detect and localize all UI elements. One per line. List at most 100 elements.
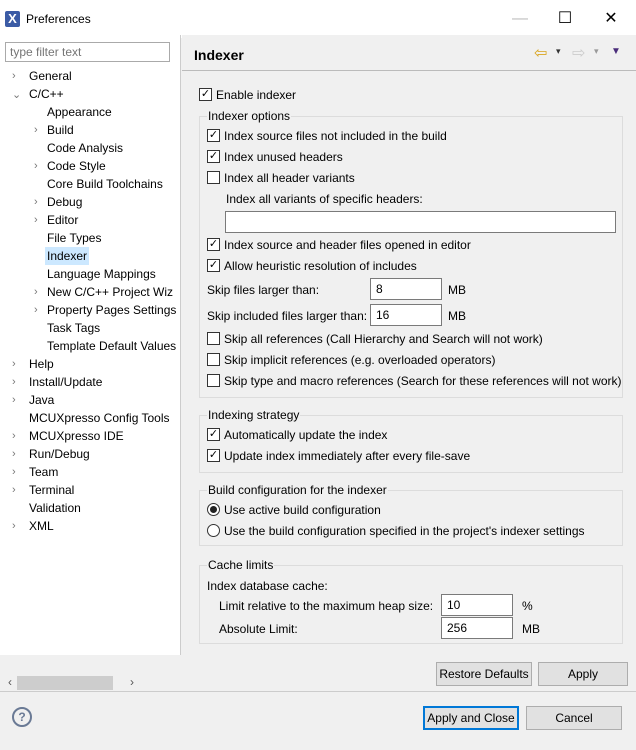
- scrollbar-thumb[interactable]: [17, 676, 113, 690]
- heuristic-checkbox[interactable]: ✓: [207, 259, 220, 272]
- chevron-right-icon[interactable]: ›: [34, 196, 44, 208]
- absolute-limit-label: Absolute Limit:: [219, 622, 298, 636]
- cancel-button[interactable]: Cancel: [526, 706, 622, 730]
- window-title: Preferences: [26, 12, 91, 26]
- chevron-right-icon[interactable]: ›: [34, 304, 44, 316]
- skip-included-label: Skip included files larger than:: [207, 309, 368, 323]
- tree-item[interactable]: File Types: [45, 229, 103, 247]
- apply-and-close-button[interactable]: Apply and Close: [423, 706, 519, 730]
- auto-update-checkbox[interactable]: ✓: [207, 428, 220, 441]
- chevron-right-icon[interactable]: ›: [34, 214, 44, 226]
- active-config-label: Use active build configuration: [224, 503, 381, 517]
- enable-indexer-label: Enable indexer: [216, 88, 297, 102]
- scroll-right-icon[interactable]: ›: [130, 675, 134, 689]
- forward-dropdown-icon[interactable]: ▾: [594, 46, 599, 57]
- tree-item[interactable]: Template Default Values: [45, 337, 178, 355]
- opened-in-editor-checkbox[interactable]: ✓: [207, 238, 220, 251]
- absolute-limit-input[interactable]: [441, 617, 513, 639]
- relative-limit-input[interactable]: [441, 594, 513, 616]
- chevron-down-icon[interactable]: ⌄: [12, 88, 22, 101]
- skip-implicit-checkbox[interactable]: [207, 353, 220, 366]
- specific-headers-input[interactable]: [225, 211, 616, 233]
- chevron-right-icon[interactable]: ›: [12, 376, 22, 388]
- opened-in-editor-label: Index source and header files opened in …: [224, 238, 471, 252]
- skip-included-unit: MB: [448, 309, 466, 323]
- tree-item[interactable]: Debug: [45, 193, 84, 211]
- tree-item[interactable]: Install/Update: [27, 373, 104, 391]
- back-dropdown-icon[interactable]: ▾: [556, 46, 561, 57]
- not-in-build-label: Index source files not included in the b…: [224, 129, 447, 143]
- skip-larger-unit: MB: [448, 283, 466, 297]
- tree-item[interactable]: Property Pages Settings: [45, 301, 178, 319]
- db-cache-label: Index database cache:: [207, 579, 328, 593]
- tree-item[interactable]: Code Style: [45, 157, 108, 175]
- tree-item[interactable]: Validation: [27, 499, 83, 517]
- filter-input[interactable]: [5, 42, 170, 62]
- absolute-unit: MB: [522, 622, 540, 636]
- relative-limit-label: Limit relative to the maximum heap size:: [219, 599, 434, 613]
- chevron-right-icon[interactable]: ›: [34, 286, 44, 298]
- tree-item[interactable]: MCUXpresso Config Tools: [27, 409, 172, 427]
- skip-type-macro-checkbox[interactable]: [207, 374, 220, 387]
- tree-item[interactable]: Terminal: [27, 481, 76, 499]
- tree-item[interactable]: Appearance: [45, 103, 114, 121]
- tree-item[interactable]: C/C++: [27, 85, 66, 103]
- tree-item[interactable]: Build: [45, 121, 76, 139]
- percent-unit: %: [522, 599, 533, 613]
- specified-config-radio[interactable]: [207, 524, 220, 537]
- tree-item[interactable]: Run/Debug: [27, 445, 92, 463]
- skip-larger-input[interactable]: [370, 278, 442, 300]
- all-variants-label: Index all header variants: [224, 171, 355, 185]
- chevron-right-icon[interactable]: ›: [12, 394, 22, 406]
- tree-item[interactable]: MCUXpresso IDE: [27, 427, 126, 445]
- chevron-right-icon[interactable]: ›: [34, 160, 44, 172]
- skip-included-input[interactable]: [370, 304, 442, 326]
- restore-defaults-button[interactable]: Restore Defaults: [436, 662, 532, 686]
- tree-item[interactable]: New C/C++ Project Wiz: [45, 283, 175, 301]
- chevron-right-icon[interactable]: ›: [12, 466, 22, 478]
- build-config-title: Build configuration for the indexer: [207, 483, 388, 497]
- minimize-button[interactable]: —: [500, 8, 540, 30]
- chevron-right-icon[interactable]: ›: [12, 70, 22, 82]
- chevron-right-icon[interactable]: ›: [12, 484, 22, 496]
- indexing-strategy-group: [199, 415, 623, 473]
- scroll-left-icon[interactable]: ‹: [8, 675, 12, 689]
- apply-button[interactable]: Apply: [538, 662, 628, 686]
- update-on-save-checkbox[interactable]: ✓: [207, 449, 220, 462]
- skip-all-refs-checkbox[interactable]: [207, 332, 220, 345]
- tree-item[interactable]: Core Build Toolchains: [45, 175, 165, 193]
- forward-icon[interactable]: ⇨: [572, 43, 585, 63]
- tree-item[interactable]: Editor: [45, 211, 80, 229]
- tree-item[interactable]: Team: [27, 463, 60, 481]
- specific-headers-label: Index all variants of specific headers:: [226, 192, 423, 206]
- tree-item[interactable]: Code Analysis: [45, 139, 125, 157]
- chevron-right-icon[interactable]: ›: [12, 358, 22, 370]
- active-config-radio[interactable]: [207, 503, 220, 516]
- back-icon[interactable]: ⇦: [534, 43, 547, 63]
- tree-item[interactable]: Task Tags: [45, 319, 102, 337]
- all-variants-checkbox[interactable]: [207, 171, 220, 184]
- indexer-options-title: Indexer options: [207, 109, 292, 123]
- tree-item[interactable]: Indexer: [45, 247, 90, 265]
- chevron-right-icon[interactable]: ›: [12, 520, 22, 532]
- chevron-right-icon[interactable]: ›: [12, 448, 22, 460]
- not-in-build-checkbox[interactable]: ✓: [207, 129, 220, 142]
- unused-headers-checkbox[interactable]: ✓: [207, 150, 220, 163]
- tree-item[interactable]: Java: [27, 391, 56, 409]
- view-menu-icon[interactable]: ▼: [611, 46, 621, 57]
- tree-item[interactable]: Help: [27, 355, 56, 373]
- maximize-button[interactable]: ☐: [545, 8, 585, 30]
- tree-item[interactable]: General: [27, 67, 74, 85]
- chevron-right-icon[interactable]: ›: [12, 430, 22, 442]
- tree-item[interactable]: Language Mappings: [45, 265, 158, 283]
- cache-limits-title: Cache limits: [207, 558, 275, 572]
- title-bar: [0, 0, 636, 38]
- chevron-right-icon[interactable]: ›: [34, 124, 44, 136]
- page-title: Indexer: [194, 47, 244, 63]
- enable-indexer-checkbox[interactable]: ✓: [199, 88, 212, 101]
- help-icon[interactable]: ?: [12, 707, 32, 727]
- skip-larger-label: Skip files larger than:: [207, 283, 320, 297]
- tree-item[interactable]: XML: [27, 517, 56, 535]
- close-button[interactable]: ✕: [591, 8, 631, 30]
- skip-type-macro-label: Skip type and macro references (Search f…: [224, 374, 622, 388]
